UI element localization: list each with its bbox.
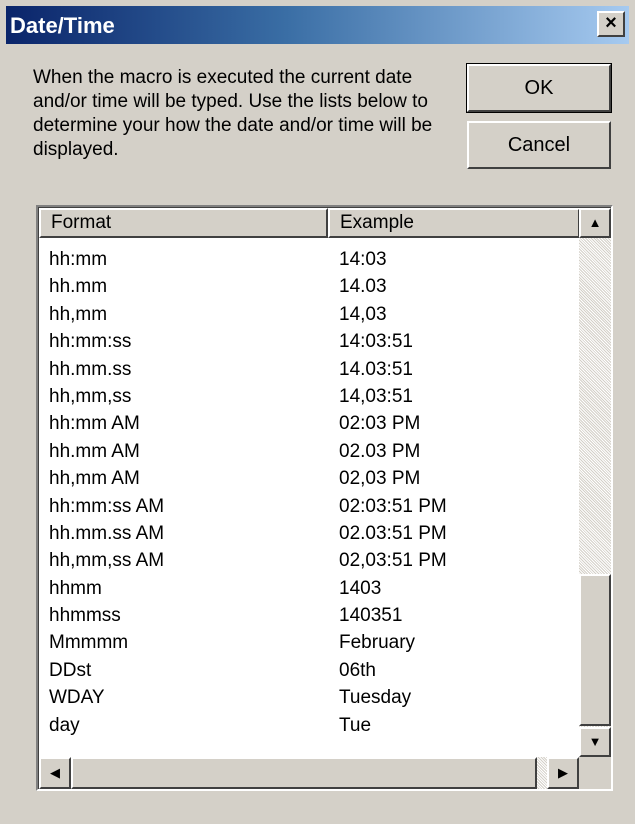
example-cell: 14:03:51: [339, 331, 413, 353]
example-cell: 02,03 PM: [339, 468, 421, 490]
format-cell: hh:mm:ss: [49, 331, 132, 353]
list-item[interactable]: hh:mm:ss AM 02:03:51 PM: [39, 493, 580, 520]
list-item[interactable]: hh,mm,ss 14,03:51: [39, 383, 580, 410]
format-cell: hh.mm.ss: [49, 358, 132, 380]
list-header: Format Example: [39, 208, 580, 238]
list-item[interactable]: hh:mm 14:03: [39, 246, 580, 273]
list-rows: hh:mm 14:03 hh.mm 14.03 hh,mm 14,03 hh:mm:ss 14…: [39, 246, 580, 739]
example-cell: 02:03:51 PM: [339, 495, 447, 517]
list-item[interactable]: hh:mm AM 02:03 PM: [39, 410, 580, 437]
scrollbar-corner: [579, 757, 611, 789]
format-cell: hh:mm:ss AM: [49, 495, 165, 517]
format-list[interactable]: Format Example hh:mm 14:03 hh.mm 14.03 hh,mm…: [36, 205, 613, 791]
format-cell: hh,mm,ss: [49, 385, 132, 407]
example-cell: 14:03: [339, 249, 387, 270]
list-item[interactable]: hh.mm 14.03: [39, 273, 580, 300]
list-item[interactable]: WDAY Tuesday: [39, 684, 580, 711]
list-item[interactable]: hh.mm AM 02.03 PM: [39, 438, 580, 465]
arrow-right-icon: ▶: [558, 765, 568, 780]
list-item[interactable]: hhmmss 140351: [39, 602, 580, 629]
list-frame: Format Example hh:mm 14:03 hh.mm 14.03 hh,mm…: [38, 207, 611, 789]
ok-button[interactable]: OK: [466, 63, 612, 113]
scroll-right-button[interactable]: ▶: [547, 757, 579, 789]
cancel-button[interactable]: Cancel: [467, 121, 611, 169]
format-cell: hh.mm.ss AM: [49, 522, 165, 544]
list-item[interactable]: hh:mm:ss 14:03:51: [39, 328, 580, 355]
list-item[interactable]: hh,mm 14,03: [39, 301, 580, 328]
list-item[interactable]: Mmmmm February: [39, 629, 580, 656]
example-cell: 14,03:51: [339, 385, 413, 407]
scroll-up-button[interactable]: ▲: [579, 208, 611, 238]
horizontal-scroll-thumb[interactable]: [71, 757, 537, 789]
list-item[interactable]: day Tue: [39, 712, 580, 739]
format-cell: DDst: [49, 659, 92, 681]
format-cell: hh.mm: [49, 276, 108, 298]
description-text: When the macro is executed the current d…: [33, 67, 433, 160]
title-bar: Date/Time ×: [6, 6, 629, 44]
list-item[interactable]: hh.mm.ss 14.03:51: [39, 356, 580, 383]
example-cell: Tue: [339, 714, 372, 736]
example-cell: 02,03:51 PM: [339, 550, 447, 572]
example-cell: 14,03: [339, 303, 387, 325]
example-cell: 06th: [339, 659, 376, 681]
example-cell: 14.03: [339, 276, 387, 298]
format-cell: hh,mm: [49, 303, 108, 325]
arrow-down-icon: ▼: [588, 734, 602, 749]
example-cell: February: [339, 632, 416, 654]
list-item[interactable]: hh,mm AM 02,03 PM: [39, 465, 580, 492]
list-item[interactable]: DDst 06th: [39, 657, 580, 684]
format-cell: WDAY: [49, 687, 105, 709]
date-time-dialog: Date/Time × When the macro is executed t…: [0, 0, 635, 824]
format-cell: hhmm: [49, 577, 102, 599]
format-cell: hh,mm AM: [49, 468, 140, 490]
vertical-scroll-thumb[interactable]: [579, 574, 611, 726]
arrow-up-icon: ▲: [588, 215, 602, 230]
format-cell: hh,mm,ss AM: [49, 550, 165, 572]
arrow-left-icon: ◀: [50, 765, 60, 780]
vertical-scrollbar[interactable]: ▲ ▼: [579, 208, 611, 757]
close-button[interactable]: ×: [597, 11, 625, 37]
scroll-left-button[interactable]: ◀: [39, 757, 71, 789]
example-cell: 02.03:51 PM: [339, 522, 447, 544]
format-cell: hh:mm: [49, 249, 108, 270]
example-cell: 140351: [339, 605, 403, 627]
dialog-title: Date/Time: [10, 13, 115, 38]
scroll-down-button[interactable]: ▼: [579, 727, 611, 757]
column-header-example[interactable]: Example: [328, 208, 580, 238]
format-cell: hhmmss: [49, 605, 121, 627]
example-cell: Tuesday: [339, 687, 412, 709]
example-cell: 14.03:51: [339, 358, 413, 380]
example-cell: 1403: [339, 577, 382, 599]
example-cell: 02.03 PM: [339, 440, 421, 462]
format-cell: hh:mm AM: [49, 413, 140, 435]
example-cell: 02:03 PM: [339, 413, 421, 435]
horizontal-scrollbar[interactable]: ◀ ▶: [39, 757, 579, 789]
list-item[interactable]: hh.mm.ss AM 02.03:51 PM: [39, 520, 580, 547]
format-cell: day: [49, 714, 80, 736]
close-icon: ×: [605, 12, 617, 34]
list-item[interactable]: hh,mm,ss AM 02,03:51 PM: [39, 547, 580, 574]
column-header-format[interactable]: Format: [39, 208, 328, 238]
format-cell: Mmmmm: [49, 632, 129, 654]
list-item[interactable]: hhmm 1403: [39, 575, 580, 602]
format-cell: hh.mm AM: [49, 440, 140, 462]
